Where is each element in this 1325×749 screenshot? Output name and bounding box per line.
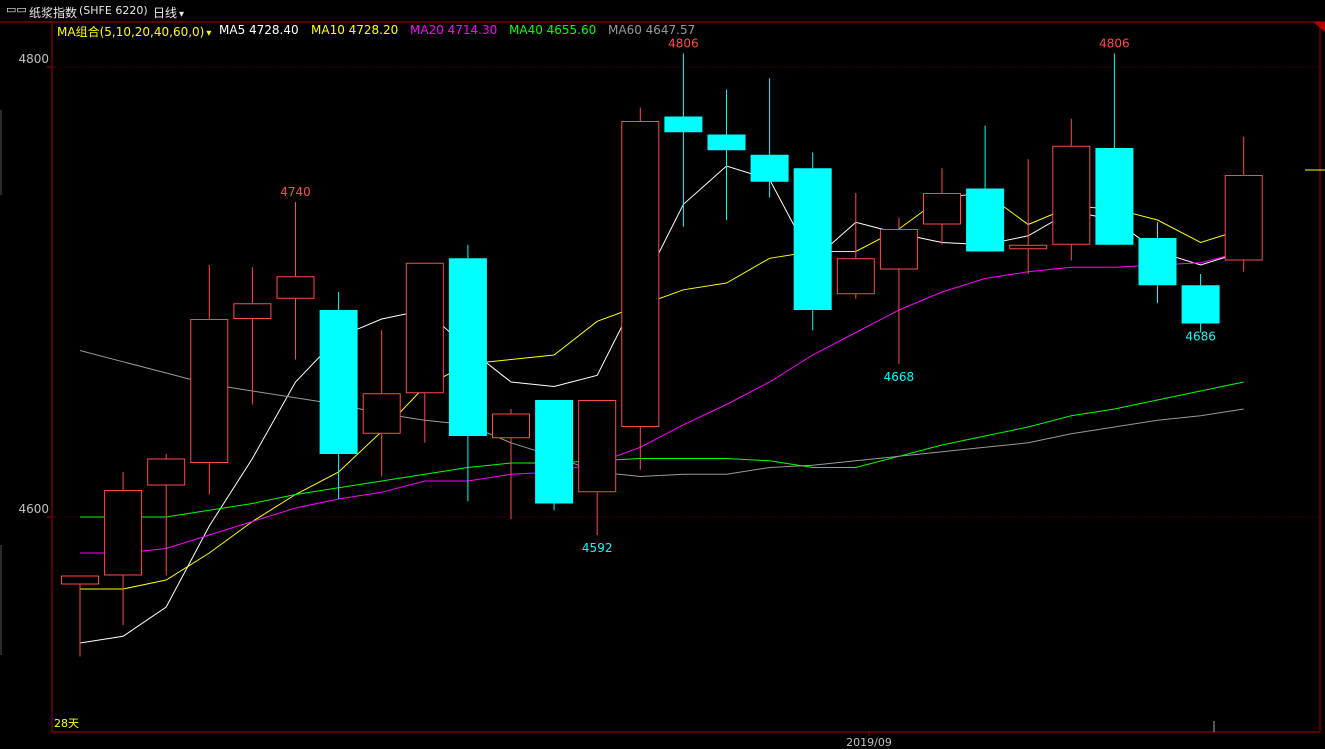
candle-body-up: [578, 400, 617, 493]
candle[interactable]: [1095, 53, 1134, 245]
candle[interactable]: [966, 125, 1005, 252]
extreme-label: 4686: [1185, 330, 1216, 344]
candle[interactable]: [1181, 274, 1220, 333]
candle-body-down: [448, 258, 487, 436]
candle-body-up: [1009, 244, 1048, 250]
ma-line-ma20: [80, 251, 1244, 554]
candle[interactable]: [362, 330, 401, 477]
candle[interactable]: [750, 78, 789, 198]
candle[interactable]: [1224, 136, 1263, 272]
candle[interactable]: [879, 217, 918, 364]
candle-body-up: [190, 319, 229, 463]
candle-body-up: [104, 490, 143, 576]
corner-label: 28天: [54, 717, 79, 730]
candle-body-up: [276, 276, 315, 299]
extreme-label: 4592: [582, 541, 613, 555]
candle[interactable]: [233, 267, 272, 405]
candlestick-chart[interactable]: 4600 4800 2019/09 28天 4806 4806 4740 4668 4592 4…: [0, 0, 1325, 749]
ma-line-ma40: [80, 381, 1244, 518]
candle[interactable]: [61, 575, 99, 657]
candle[interactable]: [836, 193, 875, 299]
candle[interactable]: [1009, 159, 1048, 274]
candle-body-up: [621, 121, 660, 427]
candle-body-up: [879, 229, 918, 270]
extreme-label: 4806: [1099, 37, 1130, 51]
y-tick-label: 4800: [18, 52, 49, 66]
corner-marker: [1313, 22, 1325, 32]
x-date-label: 2019/09: [846, 736, 892, 749]
candle[interactable]: [405, 262, 444, 443]
candle[interactable]: [707, 89, 746, 221]
candle[interactable]: [104, 472, 143, 625]
candle[interactable]: [664, 53, 703, 227]
candle-body-down: [966, 188, 1005, 252]
candle[interactable]: [578, 400, 617, 535]
candle[interactable]: [1138, 222, 1177, 304]
candle[interactable]: [319, 292, 358, 499]
extreme-label: 4806: [668, 37, 699, 51]
extreme-label: 4668: [884, 370, 915, 384]
candle-body-up: [1052, 145, 1091, 245]
candle-body-up: [405, 262, 444, 394]
candle[interactable]: [535, 400, 574, 511]
candle-body-up: [923, 193, 961, 225]
candle-body-down: [319, 310, 358, 454]
candle-body-down: [535, 400, 574, 504]
candle-body-up: [836, 258, 875, 295]
candle-body-down: [707, 134, 746, 151]
candle[interactable]: [1052, 118, 1091, 261]
candle-body-up: [147, 458, 186, 486]
candle-body-up: [233, 303, 272, 319]
ma-line-ma60: [79, 350, 1244, 478]
candle-body-down: [1095, 148, 1134, 245]
candle[interactable]: [276, 202, 315, 360]
candle[interactable]: [793, 152, 832, 331]
candle-body-down: [750, 154, 789, 182]
candle-body-up: [492, 413, 530, 439]
candle[interactable]: [923, 168, 961, 245]
candle[interactable]: [448, 244, 487, 502]
candle-body-down: [1181, 285, 1220, 324]
candle[interactable]: [190, 265, 229, 495]
candle[interactable]: [621, 107, 660, 470]
candle-body-down: [1138, 238, 1177, 286]
extreme-label: 4740: [280, 185, 311, 199]
candle-body-down: [793, 168, 832, 310]
y-tick-label: 4600: [18, 502, 49, 516]
candle-body-down: [664, 116, 703, 133]
candle-body-up: [362, 393, 401, 434]
candle-body-up: [61, 575, 99, 585]
candle-body-up: [1224, 175, 1263, 261]
